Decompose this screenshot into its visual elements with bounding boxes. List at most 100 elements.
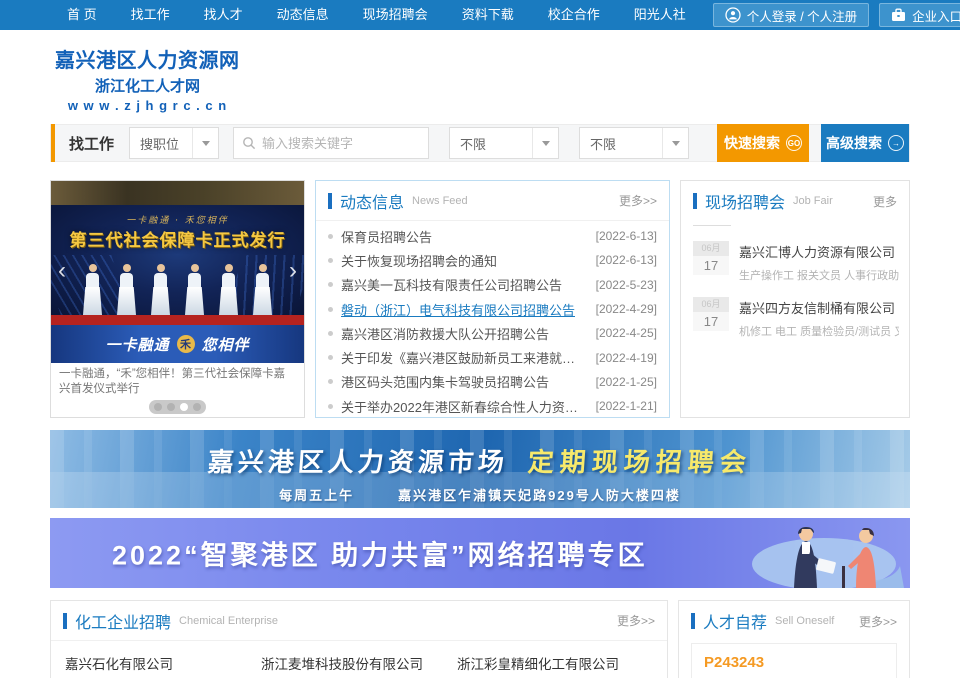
resume-card[interactable]: P243243 男 ｜ 嘉兴市->嘉兴港区 ｜ 八年以上 xyxy=(691,643,897,678)
news-feed-subtitle: News Feed xyxy=(412,195,468,207)
carousel-dot[interactable] xyxy=(193,403,201,411)
site-logo[interactable]: 嘉兴港区人力资源网 浙江化工人才网 w w w . z j h g r c . … xyxy=(55,44,240,113)
talent-title: 人才自荐 xyxy=(703,609,767,633)
news-item[interactable]: 保育员招聘公告 [2022-6-13] xyxy=(328,224,657,248)
nav-item-sunshine-hr[interactable]: 阳光人社 xyxy=(617,0,703,30)
news-date: [2022-4-25] xyxy=(588,326,657,340)
search-icon xyxy=(242,136,256,150)
carousel-next-arrow[interactable]: › xyxy=(289,261,297,281)
chemical-subtitle: Chemical Enterprise xyxy=(179,615,278,627)
talent-header: 人才自荐 Sell Oneself 更多>> xyxy=(679,601,909,641)
chemical-company: 浙江麦堆科技股份有限公司 销售专员 会计 土建主管 xyxy=(261,653,457,678)
news-more-link[interactable]: 更多>> xyxy=(619,192,657,209)
bullet-icon xyxy=(328,404,333,409)
news-date: [2022-4-29] xyxy=(588,302,657,316)
chemical-enterprise-panel: 化工企业招聘 Chemical Enterprise 更多>> 嘉兴石化有限公司… xyxy=(50,600,668,678)
job-fair-date-badge: 06月 17 xyxy=(693,297,729,339)
talent-more-link[interactable]: 更多>> xyxy=(859,613,897,630)
banner-address: 嘉兴港区乍浦镇天妃路929号人防大楼四楼 xyxy=(398,485,681,504)
nav-item-news[interactable]: 动态信息 xyxy=(260,0,346,30)
chemical-company: 嘉兴石化有限公司 工艺员 设备管理 保卫（残疾工） xyxy=(65,653,261,678)
filter1-select[interactable]: 不限 xyxy=(449,127,559,159)
job-fair-item[interactable]: 06月 17 嘉兴四方友信制桶有限公司 机修工 电工 质量检验员/测试员 叉车.… xyxy=(681,290,909,346)
advanced-search-button[interactable]: 高级搜索 → xyxy=(821,124,909,162)
keyword-search-field[interactable] xyxy=(233,127,429,159)
filter2-select[interactable]: 不限 xyxy=(579,127,689,159)
briefcase-icon xyxy=(891,8,906,22)
blue-bar-decor xyxy=(693,193,697,209)
company-name-link[interactable]: 嘉兴石化有限公司 xyxy=(65,653,261,673)
stage-ceiling-decor xyxy=(51,181,304,205)
enterprise-entry-button[interactable]: 企业入口 xyxy=(879,3,960,27)
hr-market-banner[interactable]: 嘉兴港区人力资源市场 定期现场招聘会 每周五上午 嘉兴港区乍浦镇天妃路929号人… xyxy=(50,430,910,508)
orange-accent-bar xyxy=(51,124,55,162)
carousel-slide-image[interactable]: 一卡融通 · 禾您相伴 第三代社会保障卡正式发行 一卡融通 禾 您 xyxy=(51,181,304,363)
filter1-value: 不限 xyxy=(450,134,532,153)
news-date: [2022-1-25] xyxy=(588,375,657,389)
logo-title: 嘉兴港区人力资源网 xyxy=(55,44,240,73)
carousel-dots xyxy=(51,400,304,414)
nav-item-find-talent[interactable]: 找人才 xyxy=(187,0,260,30)
nav-item-school-cooperation[interactable]: 校企合作 xyxy=(531,0,617,30)
carousel-caption[interactable]: 一卡融通，“禾”您相伴！第三代社会保障卡嘉兴首发仪式举行 xyxy=(51,363,304,397)
bullet-icon xyxy=(328,234,333,239)
news-feed-panel: 动态信息 News Feed 更多>> 保育员招聘公告 [2022-6-13] … xyxy=(315,180,670,418)
carousel-dot[interactable] xyxy=(167,403,175,411)
banner-text-left: 一卡融通 xyxy=(105,334,169,355)
talent-subtitle: Sell Oneself xyxy=(775,615,834,627)
job-fair-more-link[interactable]: 更多 xyxy=(873,193,897,210)
person-icon xyxy=(725,7,741,23)
stage-people xyxy=(51,264,304,315)
news-item[interactable]: 关于举办2022年港区新春综合性人力资源暨春风... [2022-1-21] xyxy=(328,394,657,418)
nav-item-home[interactable]: 首 页 xyxy=(50,0,114,30)
stage-bottom-banner: 一卡融通 禾 您相伴 xyxy=(51,325,304,363)
job-fair-item[interactable]: 06月 17 嘉兴汇博人力资源有限公司 生产操作工 报关文员 人事行政助理... xyxy=(681,234,909,290)
resume-id-link[interactable]: P243243 xyxy=(704,654,884,671)
company-name-link[interactable]: 浙江麦堆科技股份有限公司 xyxy=(261,653,457,673)
news-item[interactable]: 嘉兴美一瓦科技有限责任公司招聘公告 [2022-5-23] xyxy=(328,273,657,297)
position-type-value: 搜职位 xyxy=(130,134,192,153)
company-name-link[interactable]: 浙江彩皇精细化工有限公司 xyxy=(457,653,653,673)
carousel-dot-active[interactable] xyxy=(180,403,188,411)
keyword-search-input[interactable] xyxy=(262,136,412,151)
stage-red-carpet xyxy=(51,315,304,325)
job-fair-subtitle: Job Fair xyxy=(793,195,833,207)
quick-search-button[interactable]: 快速搜索 GO xyxy=(717,124,809,162)
carousel-prev-arrow[interactable]: ‹ xyxy=(58,261,66,281)
carousel-dot[interactable] xyxy=(154,403,162,411)
bullet-icon xyxy=(328,282,333,287)
bullet-icon xyxy=(328,379,333,384)
nav-item-job-fair[interactable]: 现场招聘会 xyxy=(346,0,445,30)
news-date: [2022-5-23] xyxy=(588,278,657,292)
chemical-more-link[interactable]: 更多>> xyxy=(617,612,655,629)
seal-icon: 禾 xyxy=(177,335,195,353)
news-item[interactable]: 嘉兴港区消防救援大队公开招聘公告 [2022-4-25] xyxy=(328,321,657,345)
nav-item-downloads[interactable]: 资料下载 xyxy=(445,0,531,30)
job-fair-date-badge: 06月 17 xyxy=(693,241,729,283)
news-item[interactable]: 港区码头范围内集卡驾驶员招聘公告 [2022-1-25] xyxy=(328,370,657,394)
online-recruitment-banner[interactable]: 2022“智聚港区 助力共富”网络招聘专区 xyxy=(50,518,910,588)
job-fair-jobs: 生产操作工 报关文员 人事行政助理... xyxy=(739,267,899,283)
news-date: [2022-1-21] xyxy=(588,399,657,413)
enterprise-entry-label: 企业入口 xyxy=(912,6,960,25)
chevron-down-icon xyxy=(192,128,218,158)
divider xyxy=(693,225,731,226)
news-date: [2022-4-19] xyxy=(588,351,657,365)
news-date: [2022-6-13] xyxy=(588,253,657,267)
banner-title-yellow: 定期现场招聘会 xyxy=(527,442,754,479)
nav-item-find-job[interactable]: 找工作 xyxy=(114,0,187,30)
news-item[interactable]: 关于印发《嘉兴港区鼓励新员工来港就业补助操作... [2022-4-19] xyxy=(328,345,657,369)
online-banner-title: 2022“智聚港区 助力共富”网络招聘专区 xyxy=(112,534,648,573)
news-item[interactable]: 关于恢复现场招聘会的通知 [2022-6-13] xyxy=(328,248,657,272)
people-illustration xyxy=(714,518,904,588)
position-type-select[interactable]: 搜职位 xyxy=(129,127,219,159)
personal-login-button[interactable]: 个人登录 / 个人注册 xyxy=(713,3,869,27)
chemical-header: 化工企业招聘 Chemical Enterprise 更多>> xyxy=(51,601,667,641)
news-item-hovered[interactable]: 磐动（浙江）电气科技有限公司招聘公告 [2022-4-29] xyxy=(328,297,657,321)
logo-url: w w w . z j h g r c . c n xyxy=(55,98,240,113)
search-category-label: 找工作 xyxy=(69,133,114,154)
news-date: [2022-6-13] xyxy=(588,229,657,243)
blue-bar-decor xyxy=(691,613,695,629)
job-search-bar: 找工作 搜职位 不限 不限 快速搜索 GO 高级搜索 → xyxy=(50,124,910,162)
chevron-down-icon xyxy=(532,128,558,158)
